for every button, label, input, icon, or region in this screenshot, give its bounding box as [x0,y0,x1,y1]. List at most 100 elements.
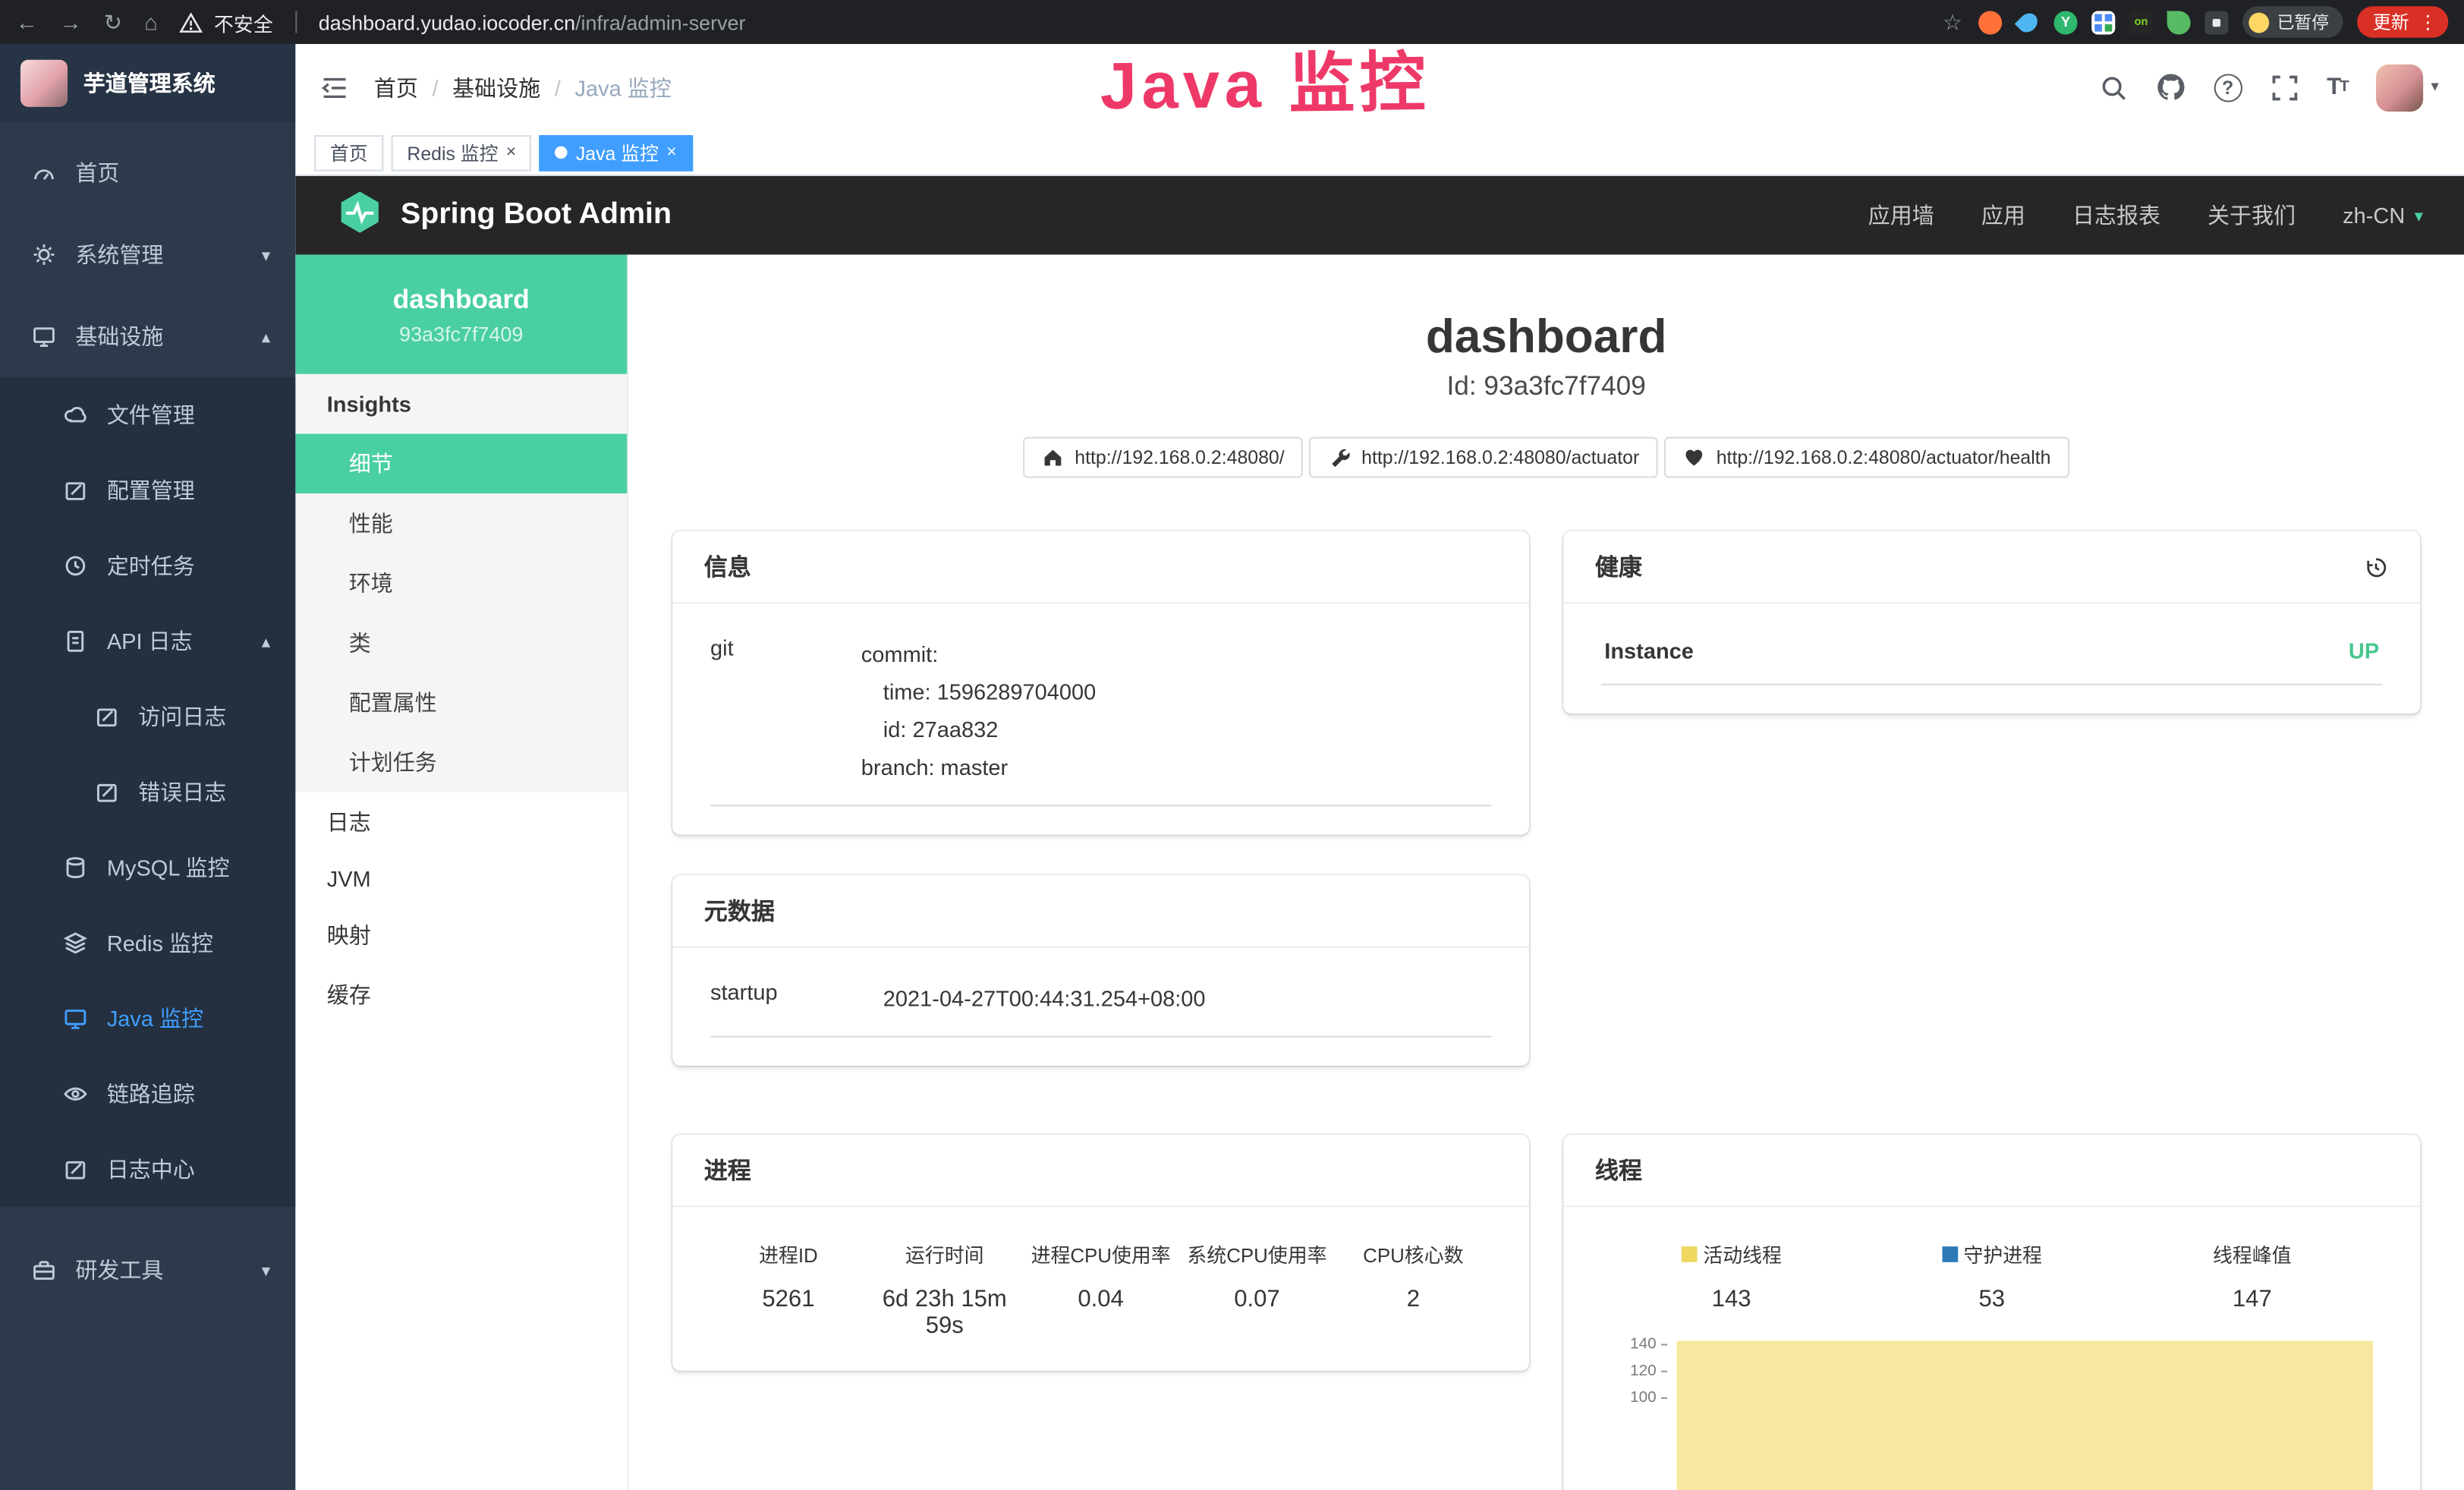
close-icon[interactable]: × [666,143,676,161]
sidebar-item-mysql-monitor[interactable]: MySQL 监控 [0,830,295,905]
instance-id: 93a3fc7f7409 [399,321,523,345]
sba-item-logs[interactable]: 日志 [295,792,627,852]
git-info-row: git commit: time: 1596289704000 id: 27aa… [710,625,1491,806]
tags-view: 首页 Redis 监控 × Java 监控 × [295,131,2464,176]
browser-update-button[interactable]: 更新 ⋮ [2357,6,2448,37]
url-bar[interactable]: dashboard.yudao.iocoder.cn/infra/admin-s… [319,10,746,33]
user-menu[interactable]: ▾ [2376,64,2439,111]
fullscreen-icon[interactable] [2270,73,2299,101]
extension-icon-blue-drop[interactable] [2016,10,2040,33]
monitor-icon [63,1006,88,1031]
close-icon[interactable]: × [506,143,516,161]
log-doc-icon [94,780,119,805]
breadcrumb-separator: / [432,74,438,99]
process-card: 进程 进程ID5261 运行时间6d 23h 15m 59s 进程CPU使用率0… [672,1135,1529,1371]
breadcrumb-current: Java 监控 [574,71,671,102]
sidebar-item-java-monitor[interactable]: Java 监控 [0,981,295,1056]
sidebar-item-home[interactable]: 首页 [0,132,295,214]
home-icon[interactable]: ⌂ [144,11,158,33]
sba-language-select[interactable]: zh-CN ▾ [2343,203,2423,228]
extension-icon-green-circle[interactable]: Y [2054,10,2078,33]
sidebar-item-tracing[interactable]: 链路追踪 [0,1057,295,1132]
hamburger-icon[interactable] [320,74,348,99]
reload-icon[interactable]: ↻ [104,11,122,33]
sidebar-item-infrastructure[interactable]: 基础设施 ▴ [0,295,295,377]
sidebar-item-log-center[interactable]: 日志中心 [0,1132,295,1207]
sidebar-item-scheduled-tasks[interactable]: 定时任务 [0,528,295,603]
threads-chart: 140 120 100 [1601,1331,2382,1490]
sidebar-item-file-management[interactable]: 文件管理 [0,377,295,452]
tag-home[interactable]: 首页 [314,134,383,171]
instance-links: http://192.168.0.2:48080/ http://192.168… [672,437,2420,478]
service-url-link[interactable]: http://192.168.0.2:48080/ [1023,437,1304,478]
search-icon[interactable] [2099,73,2127,101]
chevron-up-icon: ▴ [262,631,270,651]
chevron-up-icon: ▴ [262,326,270,347]
clock-icon [63,553,88,578]
font-size-icon[interactable]: TT [2327,74,2348,100]
sidebar-item-access-logs[interactable]: 访问日志 [0,679,295,754]
site-security[interactable]: 不安全 [179,7,272,36]
app-logo-row[interactable]: 芋道管理系统 [0,44,295,123]
sba-nav-journal[interactable]: 日志报表 [2072,200,2160,231]
sba-nav-about[interactable]: 关于我们 [2208,200,2296,231]
history-icon[interactable] [2363,554,2388,579]
health-card-title: 健康 [1595,550,1642,583]
threads-card: 线程 活动线程 143 守护进程 [1563,1135,2420,1490]
profile-paused-badge[interactable]: 已暂停 [2242,6,2343,37]
layers-icon [63,931,88,956]
sidebar-item-error-logs[interactable]: 错误日志 [0,754,295,830]
active-dot [555,146,568,159]
github-icon[interactable] [2155,72,2185,102]
sba-main: dashboard Id: 93a3fc7f7409 http://192.16… [628,254,2464,1490]
chevron-down-icon: ▾ [2431,79,2438,96]
extension-icon-plug[interactable] [2204,10,2228,33]
sidebar-item-config-management[interactable]: 配置管理 [0,452,295,528]
tag-redis-monitor[interactable]: Redis 监控 × [392,134,532,171]
sidebar-item-redis-monitor[interactable]: Redis 监控 [0,906,295,981]
sba-item-caches[interactable]: 缓存 [295,965,627,1025]
sba-item-jvm[interactable]: JVM [295,852,627,905]
sba-item-mappings[interactable]: 映射 [295,906,627,966]
sba-item-environment[interactable]: 环境 [295,553,627,613]
extension-icon-on-badge[interactable]: on [2129,10,2153,33]
help-icon[interactable]: ? [2214,73,2242,101]
health-url-link[interactable]: http://192.168.0.2:48080/actuator/health [1664,437,2069,478]
health-instance-row[interactable]: Instance UP [1601,625,2382,685]
sba-item-performance[interactable]: 性能 [295,493,627,553]
bookmark-star-icon[interactable]: ☆ [1940,10,1964,33]
monitor-icon [31,324,56,349]
sidebar-item-dev-tools[interactable]: 研发工具 ▾ [0,1229,295,1311]
document-icon [63,628,88,654]
sidebar-item-system[interactable]: 系统管理 ▾ [0,214,295,296]
extension-icon-orange[interactable] [1978,10,2002,33]
sba-nav-wallboard[interactable]: 应用墙 [1868,200,1934,231]
extension-icon-grid[interactable] [2091,10,2115,33]
admin-sidebar: 芋道管理系统 首页 系统管理 ▾ 基础设施 ▴ [0,44,295,1490]
metadata-card: 元数据 startup 2021-04-27T00:44:31.254+08:0… [672,875,1529,1066]
sba-item-scheduled-tasks[interactable]: 计划任务 [295,732,627,792]
process-card-title: 进程 [704,1154,751,1186]
breadcrumb-infrastructure[interactable]: 基础设施 [452,71,540,102]
sba-item-classes[interactable]: 类 [295,613,627,673]
sba-item-config-props[interactable]: 配置属性 [295,673,627,732]
sba-item-details[interactable]: 细节 [295,434,627,494]
sba-nav-applications[interactable]: 应用 [1981,200,2025,231]
browser-menu-icon[interactable]: ⋮ [2418,11,2437,33]
breadcrumb-home[interactable]: 首页 [374,71,418,102]
wrench-icon [1329,446,1351,468]
extension-icon-leaf[interactable] [2167,10,2191,33]
status-badge: UP [2349,638,2379,663]
forward-icon[interactable]: → [60,11,82,33]
sba-sidebar: dashboard 93a3fc7f7409 Insights 细节 性能 环境… [295,254,628,1490]
tag-java-monitor[interactable]: Java 监控 × [540,134,692,171]
sidebar-item-api-logs[interactable]: API 日志 ▴ [0,603,295,679]
spring-boot-admin: Spring Boot Admin 应用墙 应用 日志报表 关于我们 zh-CN… [295,176,2464,1490]
instance-header[interactable]: dashboard 93a3fc7f7409 [295,254,627,373]
sba-navbar: Spring Boot Admin 应用墙 应用 日志报表 关于我们 zh-CN… [295,176,2464,255]
actuator-url-link[interactable]: http://192.168.0.2:48080/actuator [1310,437,1658,478]
warning-icon [179,10,203,33]
cloud-icon [63,402,88,427]
eye-icon [63,1082,88,1107]
back-icon[interactable]: ← [16,11,38,33]
